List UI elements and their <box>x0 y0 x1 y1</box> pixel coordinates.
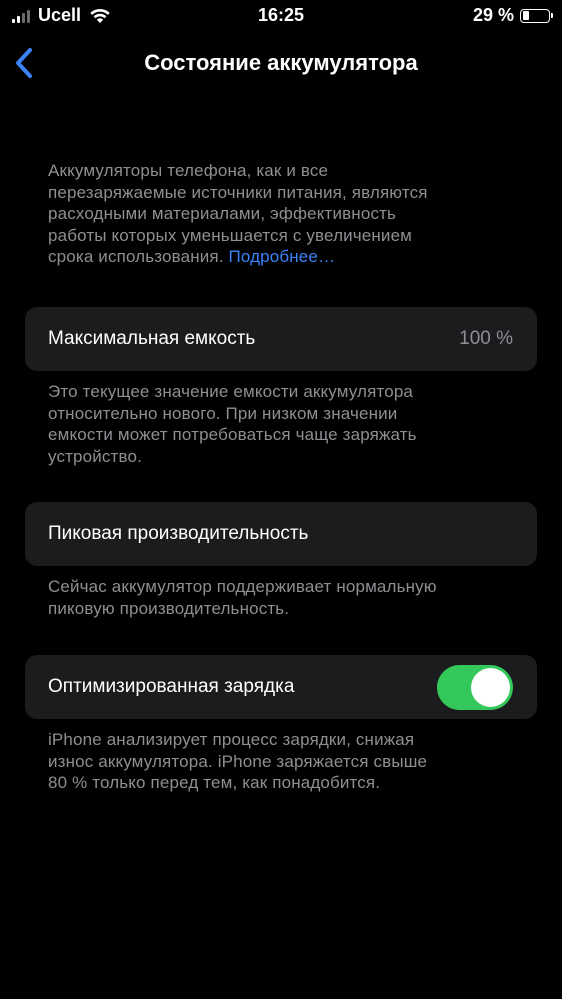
footer-line: iPhone анализирует процесс зарядки, сниж… <box>48 730 415 749</box>
footer-line: износ аккумулятора. iPhone заряжается св… <box>48 751 428 771</box>
max-capacity-cell: Максимальная емкость 100 % <box>25 307 537 371</box>
max-capacity-label: Максимальная емкость <box>48 328 256 349</box>
battery-icon <box>520 8 553 23</box>
navigation-bar: Состояние аккумулятора <box>0 40 562 88</box>
learn-more-link[interactable]: Подробнее… <box>229 247 336 266</box>
intro-line-text: срока использования. <box>48 247 224 266</box>
footer-line: пиковую производительность. <box>48 598 290 618</box>
footer-line: относительно нового. При низком значении <box>48 403 398 423</box>
peak-performance-label: Пиковая производительность <box>48 523 309 544</box>
optimized-charging-cell: Оптимизированная зарядка <box>25 655 537 719</box>
intro-line: срока использования. Подробнее… <box>48 246 518 268</box>
optimized-charging-footer: iPhone анализирует процесс зарядки, сниж… <box>48 729 518 794</box>
peak-performance-footer: Сейчас аккумулятор поддерживает нормальн… <box>48 576 518 619</box>
footer-line: Сейчас аккумулятор поддерживает нормальн… <box>48 577 437 596</box>
status-bar: Ucell 16:25 29 % <box>0 0 562 34</box>
optimized-charging-toggle[interactable] <box>437 665 513 710</box>
page-title: Состояние аккумулятора <box>144 50 418 75</box>
footer-line: Это текущее значение емкости аккумулятор… <box>48 382 414 401</box>
max-capacity-footer: Это текущее значение емкости аккумулятор… <box>48 381 518 467</box>
intro-line: Аккумуляторы телефона, как и все <box>48 161 329 180</box>
max-capacity-value: 100 % <box>459 328 513 349</box>
optimized-charging-label: Оптимизированная зарядка <box>48 676 295 697</box>
intro-line: работы которых уменьшается с увеличением <box>48 225 413 245</box>
peak-performance-cell: Пиковая производительность <box>25 502 537 566</box>
footer-line: 80 % только перед тем, как понадобится. <box>48 773 381 792</box>
status-right: 29 % <box>472 5 553 26</box>
footer-line: устройство. <box>48 446 142 466</box>
battery-level-fill <box>522 11 530 20</box>
intro-line: расходными материалами, эффективность <box>48 204 397 223</box>
battery-percentage: 29 % <box>472 5 514 25</box>
intro-text: Аккумуляторы телефона, как и все перезар… <box>48 160 518 268</box>
toggle-knob <box>471 668 510 707</box>
footer-line: емкости может потребоваться чаще заряжат… <box>48 425 417 444</box>
intro-line: перезаряжаемые источники питания, являют… <box>48 182 428 202</box>
